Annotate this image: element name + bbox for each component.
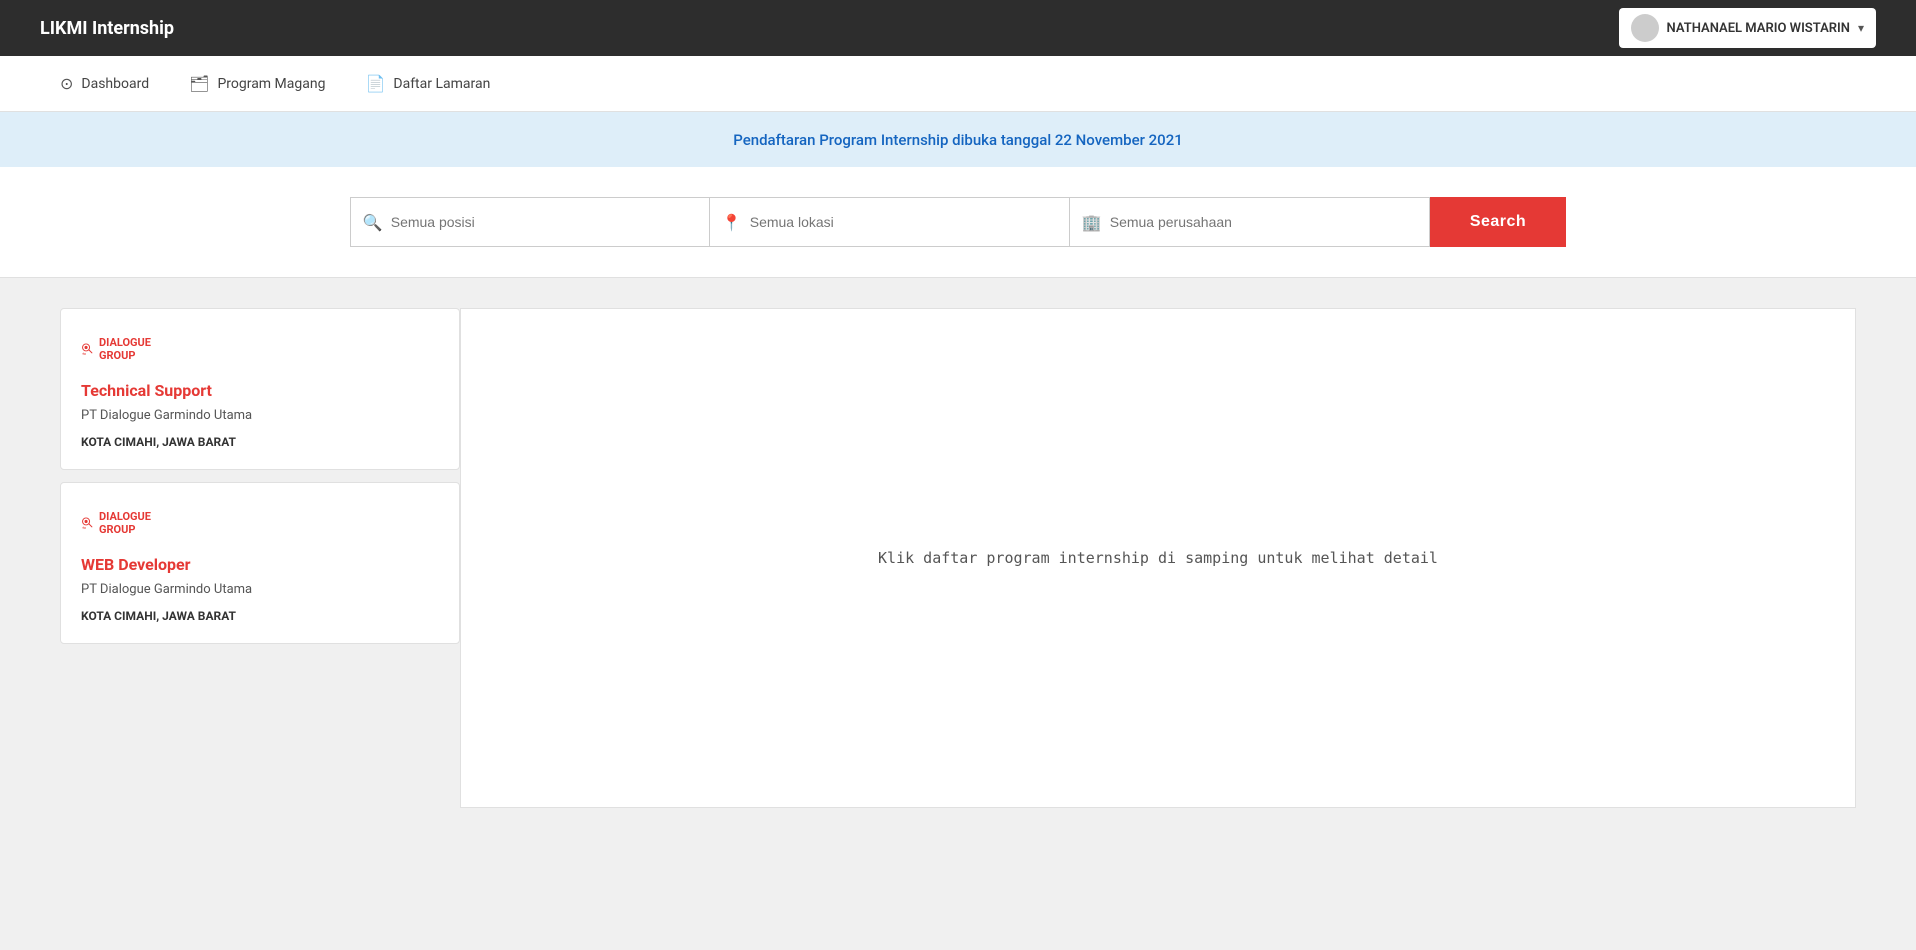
svg-text:dg: dg xyxy=(83,351,87,355)
company-name: PT Dialogue Garmindo Utama xyxy=(81,582,439,597)
chevron-down-icon: ▾ xyxy=(1858,21,1864,35)
nav-item-daftar-lamaran[interactable]: 📄 Daftar Lamaran xyxy=(365,74,490,93)
job-title: WEB Developer xyxy=(81,555,439,574)
nav-item-dashboard[interactable]: ⊙ Dashboard xyxy=(60,74,149,93)
brand-text-bold: Internship xyxy=(92,18,174,39)
avatar xyxy=(1631,14,1659,42)
detail-placeholder: Klik daftar program internship di sampin… xyxy=(878,549,1438,567)
main-content: dg DIALOGUEGROUP Technical Support PT Di… xyxy=(0,278,1916,838)
user-menu[interactable]: NATHANAEL MARIO WISTARIN ▾ xyxy=(1619,8,1876,48)
company-logo: dg DIALOGUEGROUP xyxy=(81,329,151,369)
job-title: Technical Support xyxy=(81,381,439,400)
building-icon: 🏢 xyxy=(1082,213,1102,232)
company-logo-text: DIALOGUEGROUP xyxy=(99,336,151,362)
location-input[interactable] xyxy=(750,214,1057,230)
nav-label-dashboard: Dashboard xyxy=(81,76,149,92)
company-logo-text: DIALOGUEGROUP xyxy=(99,510,151,536)
brand-logo: LIKMI Internship xyxy=(40,18,174,39)
job-location: KOTA CIMAHI, JAWA BARAT xyxy=(81,435,439,449)
search-icon: 🔍 xyxy=(363,213,383,232)
company-logo: dg DIALOGUEGROUP xyxy=(81,503,151,543)
location-search-field: 📍 xyxy=(710,197,1070,247)
nav-label-program-magang: Program Magang xyxy=(217,76,325,92)
dialogue-group-logo-icon: dg xyxy=(81,505,95,541)
job-detail-panel: Klik daftar program internship di sampin… xyxy=(460,308,1856,808)
banner: Pendaftaran Program Internship dibuka ta… xyxy=(0,112,1916,167)
banner-text: Pendaftaran Program Internship dibuka ta… xyxy=(733,131,1183,149)
navbar: LIKMI Internship NATHANAEL MARIO WISTARI… xyxy=(0,0,1916,56)
search-button[interactable]: Search xyxy=(1430,197,1566,247)
job-card[interactable]: dg DIALOGUEGROUP WEB Developer PT Dialog… xyxy=(60,482,460,644)
nav-item-program-magang[interactable]: 🗂 Program Magang xyxy=(189,74,325,93)
position-input[interactable] xyxy=(391,214,697,230)
secondary-nav: ⊙ Dashboard 🗂 Program Magang 📄 Daftar La… xyxy=(0,56,1916,112)
location-icon: 📍 xyxy=(722,213,742,232)
user-name: NATHANAEL MARIO WISTARIN xyxy=(1667,21,1850,36)
dialogue-group-logo-icon: dg xyxy=(81,331,95,367)
job-location: KOTA CIMAHI, JAWA BARAT xyxy=(81,609,439,623)
company-input[interactable] xyxy=(1110,214,1417,230)
company-search-field: 🏢 xyxy=(1070,197,1430,247)
file-icon: 📄 xyxy=(365,74,385,93)
company-name: PT Dialogue Garmindo Utama xyxy=(81,408,439,423)
briefcase-icon: 🗂 xyxy=(189,74,209,93)
svg-text:dg: dg xyxy=(83,525,87,529)
brand-text-plain: LIKMI xyxy=(40,18,92,39)
position-search-field: 🔍 xyxy=(350,197,710,247)
compass-icon: ⊙ xyxy=(60,74,73,93)
nav-label-daftar-lamaran: Daftar Lamaran xyxy=(393,76,490,92)
job-card[interactable]: dg DIALOGUEGROUP Technical Support PT Di… xyxy=(60,308,460,470)
job-list-panel: dg DIALOGUEGROUP Technical Support PT Di… xyxy=(60,308,460,808)
search-section: 🔍 📍 🏢 Search xyxy=(0,167,1916,278)
